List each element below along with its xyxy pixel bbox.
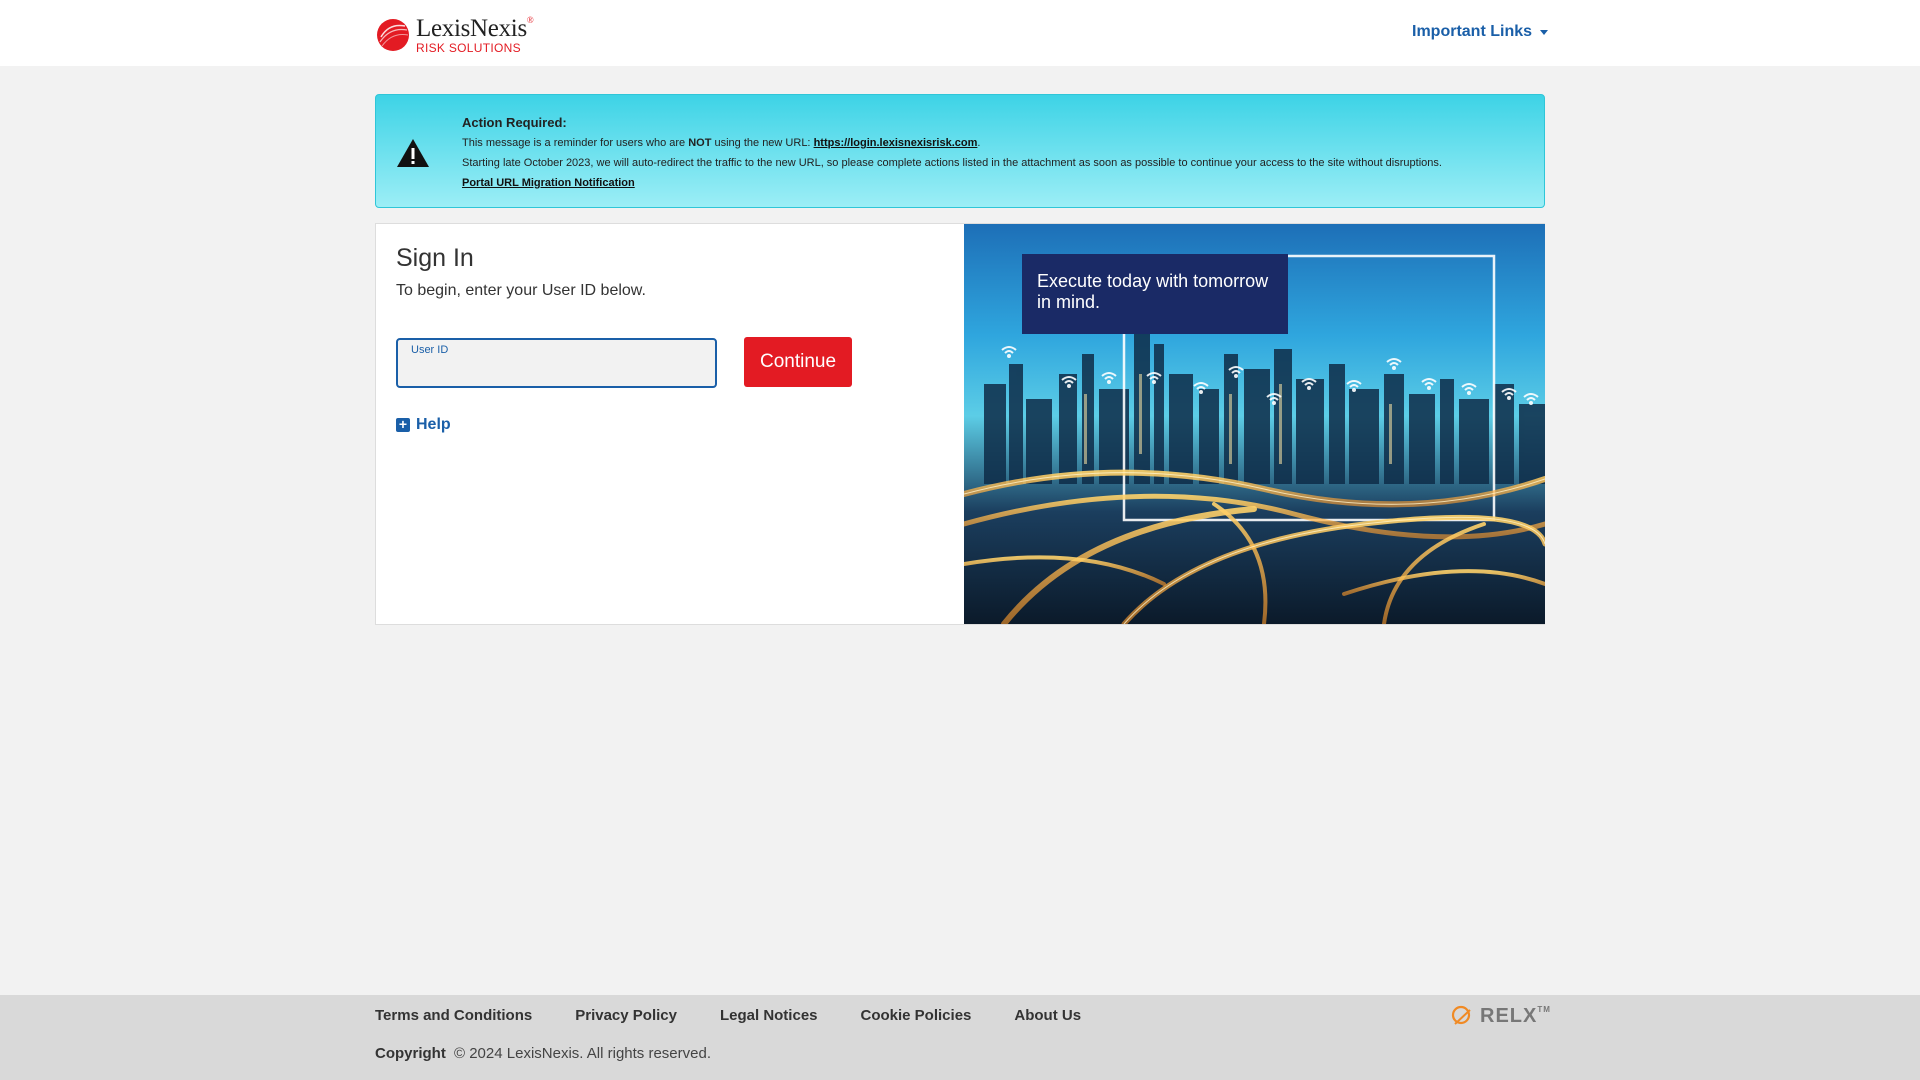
hero-image: Execute today with tomorrow in mind. [964,224,1545,624]
important-links-label: Important Links [1412,23,1533,40]
footer-link-privacy[interactable]: Privacy Policy [575,1007,677,1024]
copyright-label: Copyright [375,1045,446,1062]
lexisnexis-logo[interactable]: LexisNexis® RISK SOLUTIONS [375,14,545,56]
lexisnexis-logo-icon [377,19,409,51]
new-url-link[interactable]: https://login.lexisnexisrisk.com [814,137,978,149]
signin-instructions: To begin, enter your User ID below. [396,282,646,299]
continue-button[interactable]: Continue [744,337,852,387]
footer-link-cookies[interactable]: Cookie Policies [861,1007,972,1024]
alert-message-line1: This message is a reminder for users who… [462,137,981,149]
portal-url-migration-link[interactable]: Portal URL Migration Notification [462,177,635,189]
alert-not-emphasis: NOT [688,137,712,149]
important-links-dropdown[interactable]: Important Links [1412,23,1549,41]
relx-name: RELX [1480,1004,1538,1027]
relx-logo[interactable]: RELXTM [1450,1004,1551,1028]
hero-caption: Execute today with tomorrow in mind. [1022,254,1288,334]
help-toggle[interactable]: + Help [396,416,451,434]
chevron-down-icon [1540,29,1549,35]
userid-field[interactable]: User ID [396,338,717,388]
alert-message-line2: Starting late October 2023, we will auto… [462,157,1442,169]
copyright: Copyright © 2024 LexisNexis. All rights … [375,1045,711,1062]
help-label: Help [416,416,451,433]
userid-label: User ID [411,344,449,356]
footer-links: Terms and Conditions Privacy Policy Lega… [375,1007,1124,1024]
header: LexisNexis® RISK SOLUTIONS Important Lin… [0,0,1920,66]
copyright-text: © 2024 LexisNexis. All rights reserved. [454,1045,711,1062]
relx-trademark: TM [1537,1004,1551,1014]
signin-card: Sign In To begin, enter your User ID bel… [375,223,1545,625]
action-required-alert: Action Required: This message is a remin… [375,94,1545,208]
logo-name: LexisNexis [416,15,527,42]
relx-logo-icon [1451,1005,1471,1025]
footer: Terms and Conditions Privacy Policy Lega… [0,995,1920,1080]
logo-subtitle: RISK SOLUTIONS [416,41,521,55]
warning-icon [397,139,429,167]
footer-link-about[interactable]: About Us [1014,1007,1081,1024]
footer-link-terms[interactable]: Terms and Conditions [375,1007,532,1024]
plus-square-icon: + [396,417,410,432]
logo-registered-mark: ® [526,15,534,25]
footer-link-legal[interactable]: Legal Notices [720,1007,818,1024]
userid-input[interactable] [411,360,701,384]
page-title: Sign In [396,244,474,272]
alert-title: Action Required: [462,115,567,130]
